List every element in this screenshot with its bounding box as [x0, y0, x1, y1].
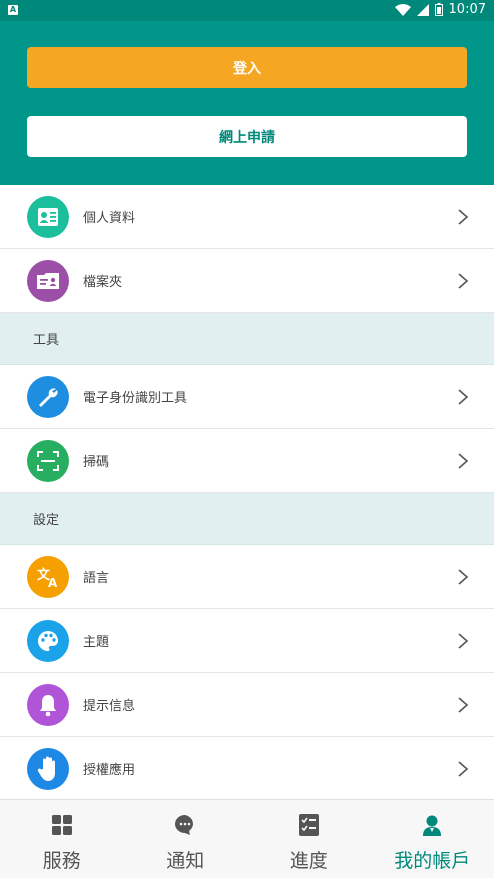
menu-item-theme[interactable]: 主題: [0, 609, 494, 673]
bottom-tab-bar: 服務 通知 進度 我的帳戶: [0, 799, 494, 878]
menu-item-language[interactable]: 文A 語言: [0, 545, 494, 609]
tab-label: 進度: [289, 850, 328, 872]
chevron-right-icon: [458, 453, 469, 469]
grid-icon: [51, 815, 72, 835]
profile-card-icon: [27, 196, 69, 238]
menu-item-label: 主題: [83, 635, 110, 650]
hand-icon: [27, 748, 69, 790]
online-apply-button[interactable]: 網上申請: [27, 116, 467, 157]
menu-item-scan[interactable]: 掃碼: [0, 429, 494, 493]
chat-icon: [175, 815, 194, 835]
battery-icon: [434, 3, 443, 16]
svg-text:A: A: [48, 576, 58, 588]
menu-item-notifications[interactable]: 提示信息: [0, 673, 494, 737]
tab-label: 通知: [166, 850, 205, 872]
status-icons: 10:07: [394, 2, 486, 17]
chevron-right-icon: [458, 569, 469, 585]
menu-item-label: 檔案夾: [83, 275, 123, 290]
section-header-tools: 工具: [0, 313, 494, 365]
tab-my-account[interactable]: 我的帳戶: [371, 800, 494, 878]
chevron-right-icon: [458, 273, 469, 289]
tab-progress[interactable]: 進度: [247, 800, 371, 878]
menu-item-label: 授權應用: [83, 763, 136, 778]
status-bar: A 10:07: [0, 0, 494, 21]
tab-services[interactable]: 服務: [0, 800, 124, 878]
menu-item-profile[interactable]: 個人資料: [0, 185, 494, 249]
menu-item-authorized-apps[interactable]: 授權應用: [0, 737, 494, 801]
wifi-icon: [394, 3, 411, 16]
menu-item-label: 語言: [83, 571, 110, 586]
tab-label: 服務: [42, 850, 81, 872]
clock: 10:07: [448, 2, 486, 17]
menu-item-eid-tool[interactable]: 電子身份識別工具: [0, 365, 494, 429]
checklist-icon: [298, 814, 319, 836]
account-icon: [423, 815, 442, 836]
menu-item-label: 個人資料: [83, 211, 136, 226]
bell-icon: [27, 684, 69, 726]
scan-icon: [27, 440, 69, 482]
wrench-icon: [27, 376, 69, 418]
chevron-right-icon: [458, 389, 469, 405]
notification-badge-icon: A: [8, 5, 18, 15]
chevron-right-icon: [458, 209, 469, 225]
menu-item-label: 提示信息: [83, 699, 136, 714]
tab-label: 我的帳戶: [394, 850, 471, 872]
chevron-right-icon: [458, 633, 469, 649]
translate-icon: 文A: [27, 556, 69, 598]
signal-icon: [416, 3, 429, 16]
palette-icon: [27, 620, 69, 662]
account-header: 登入 網上申請: [0, 21, 494, 185]
menu-item-label: 掃碼: [83, 455, 110, 470]
tab-notifications[interactable]: 通知: [124, 800, 248, 878]
chevron-right-icon: [458, 761, 469, 777]
folder-icon: [27, 260, 69, 302]
menu-item-label: 電子身份識別工具: [83, 391, 188, 406]
login-button[interactable]: 登入: [27, 47, 467, 88]
menu-item-folder[interactable]: 檔案夾: [0, 249, 494, 313]
chevron-right-icon: [458, 697, 469, 713]
account-menu: 個人資料 檔案夾 工具 電子身份識別工具 掃碼 設定 文A 語言 主題 提示信息…: [0, 185, 494, 801]
section-header-settings: 設定: [0, 493, 494, 545]
